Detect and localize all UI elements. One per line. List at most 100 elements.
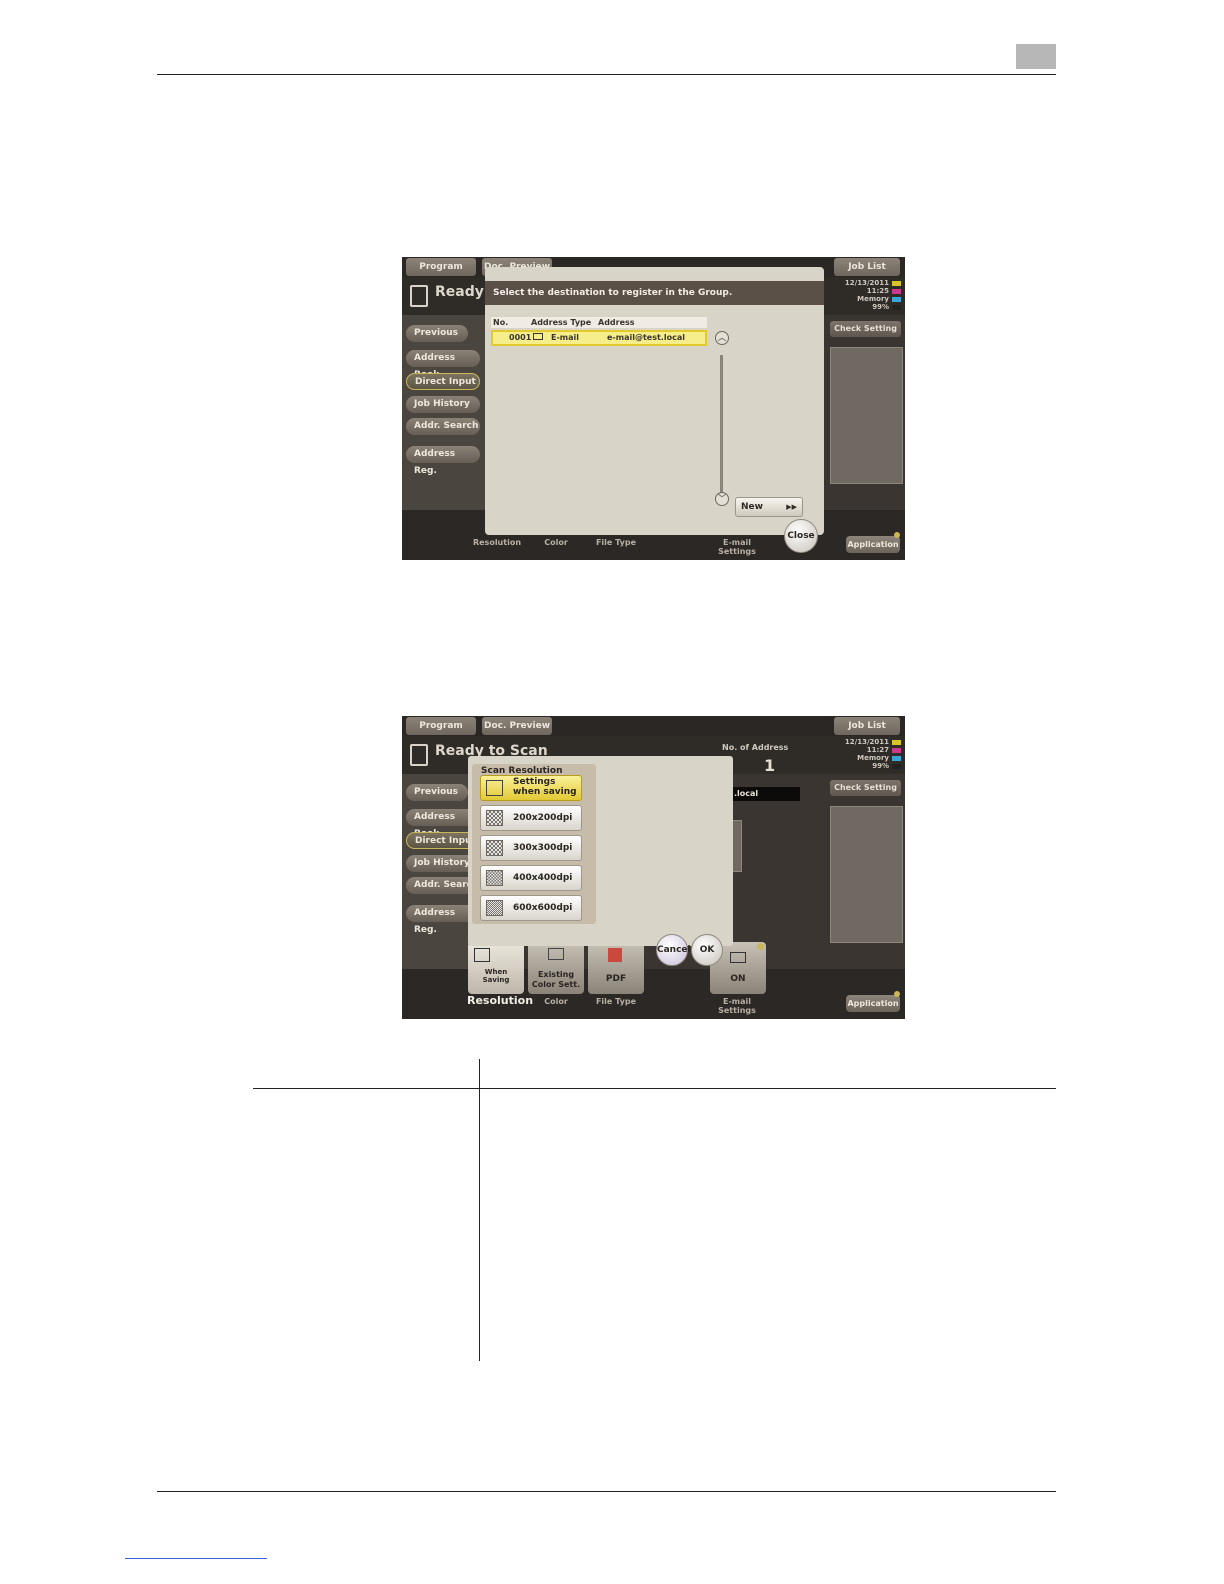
double-arrow-icon: ▶▶ [786, 503, 797, 511]
option-400dpi[interactable]: 400x400dpi [480, 865, 582, 891]
footer-rule [157, 1491, 1056, 1492]
tab-doc-preview[interactable]: Doc. Preview [482, 717, 552, 735]
status-panel: 12/13/2011 11:25 Memory 99% [833, 279, 901, 313]
scroll-up-icon[interactable]: ︿ [715, 331, 729, 345]
option-label: 300x300dpi [513, 843, 573, 853]
color-feature-button[interactable]: Existing Color Sett. [528, 942, 584, 994]
label-color: Color [544, 997, 568, 1006]
toner-black [892, 764, 901, 769]
option-600dpi[interactable]: 600x600dpi [480, 895, 582, 921]
email-setting-value: ON [730, 974, 746, 984]
cancel-button[interactable]: Cancel [656, 934, 691, 966]
toner-cyan [892, 756, 901, 761]
option-settings-when-saving[interactable]: Settings when saving [480, 775, 582, 801]
dialog-title: Select the destination to register in th… [485, 281, 824, 305]
row-number: 0001 [509, 333, 532, 342]
tab-program[interactable]: Program [406, 258, 476, 276]
addr-search-button[interactable]: Addr. Search [406, 418, 480, 435]
status-percent: 99% [872, 303, 889, 311]
label-resolution: Resolution [466, 994, 534, 1007]
table-header-rule [253, 1088, 1056, 1089]
ok-button[interactable]: OK [691, 934, 723, 966]
close-button[interactable]: Close [784, 519, 818, 553]
option-300dpi[interactable]: 300x300dpi [480, 835, 582, 861]
check-setting-button[interactable]: Check Setting [830, 321, 901, 337]
footer-link-underline[interactable] [125, 1558, 267, 1559]
application-button[interactable]: Application [846, 995, 900, 1012]
tab-job-list[interactable]: Job List [834, 258, 900, 276]
toner-magenta [892, 289, 901, 294]
screenshot-select-destination: Program Doc. Preview Job List Ready to 1… [402, 257, 905, 560]
status-date: 12/13/2011 [844, 738, 889, 746]
label-file-type: File Type [595, 538, 637, 547]
toner-cyan [892, 297, 901, 302]
direct-input-button[interactable]: Direct Input [406, 373, 480, 390]
check-setting-button[interactable]: Check Setting [830, 780, 901, 796]
tab-program[interactable]: Program [406, 717, 476, 735]
address-field: .local [732, 787, 800, 801]
toner-magenta [892, 748, 901, 753]
header-address: Address [598, 318, 635, 327]
address-count: 1 [764, 756, 776, 775]
status-memory: Memory [857, 295, 889, 303]
document-icon [410, 744, 428, 766]
application-button[interactable]: Application [846, 536, 900, 553]
status-time: 11:27 [866, 746, 889, 754]
application-indicator [894, 991, 900, 997]
job-history-button[interactable]: Job History [406, 396, 480, 413]
select-destination-dialog: Select the destination to register in th… [485, 267, 824, 535]
status-panel: 12/13/2011 11:27 Memory 99% [833, 738, 901, 772]
when-saving-label: When Saving [482, 968, 510, 984]
row-address-type: E-mail [551, 333, 580, 342]
scrollbar[interactable] [720, 355, 723, 495]
address-table-header: No. Address Type Address [491, 317, 707, 328]
toner-bars [892, 281, 901, 313]
resolution-pattern-icon [486, 810, 503, 826]
screenshot-scan-resolution: Program Doc. Preview Job List Ready to S… [402, 716, 905, 1019]
resolution-pattern-icon [486, 870, 503, 886]
file-type-value: PDF [605, 974, 627, 984]
label-email-settings: E-mail Settings [718, 538, 756, 556]
new-button[interactable]: New ▶▶ [735, 497, 803, 517]
table-row[interactable]: 0001 E-mail e-mail@test.local [491, 330, 707, 346]
status-date: 12/13/2011 [844, 279, 889, 287]
option-label: 200x200dpi [513, 813, 573, 823]
option-200dpi[interactable]: 200x200dpi [480, 805, 582, 831]
status-memory: Memory [857, 754, 889, 762]
address-reg-button[interactable]: Address Reg. [406, 446, 480, 476]
pdf-icon [608, 948, 622, 962]
header-no: No. [493, 318, 509, 327]
right-panel [830, 806, 903, 943]
option-label: 400x400dpi [513, 873, 573, 883]
envelope-icon [730, 952, 746, 963]
label-color: Color [544, 538, 568, 547]
scroll-down-icon[interactable]: ﹀ [715, 492, 729, 506]
resolution-feature-button[interactable]: When Saving [468, 942, 524, 994]
tab-job-list[interactable]: Job List [834, 717, 900, 735]
right-panel [830, 347, 903, 484]
header-address-type: Address Type [531, 318, 592, 327]
page-number-tab [1016, 44, 1056, 69]
label-resolution: Resolution [472, 538, 522, 547]
header-rule [157, 74, 1056, 75]
scan-resolution-dialog: Scan Resolution Settings when saving 200… [468, 756, 733, 946]
resolution-options-panel: Scan Resolution Settings when saving 200… [472, 764, 596, 924]
scanner-icon [486, 780, 503, 796]
resolution-pattern-icon [486, 900, 503, 916]
previous-button[interactable]: Previous [406, 784, 468, 801]
envelope-icon [533, 333, 543, 340]
color-setting-label: Existing Color Sett. [531, 970, 581, 989]
address-book-button[interactable]: Address Book [406, 350, 480, 380]
file-type-feature-button[interactable]: PDF [588, 942, 644, 994]
label-email-settings: E-mail Settings [718, 997, 756, 1015]
email-indicator [757, 943, 764, 950]
toner-yellow [892, 281, 901, 286]
previous-button[interactable]: Previous [406, 325, 468, 342]
table-column-divider [479, 1059, 480, 1361]
option-label: 600x600dpi [513, 903, 573, 913]
resolution-pattern-icon [486, 840, 503, 856]
option-label: Settings when saving [513, 777, 577, 797]
status-percent: 99% [872, 762, 889, 770]
scanner-icon [474, 948, 490, 962]
top-bar [402, 716, 905, 736]
